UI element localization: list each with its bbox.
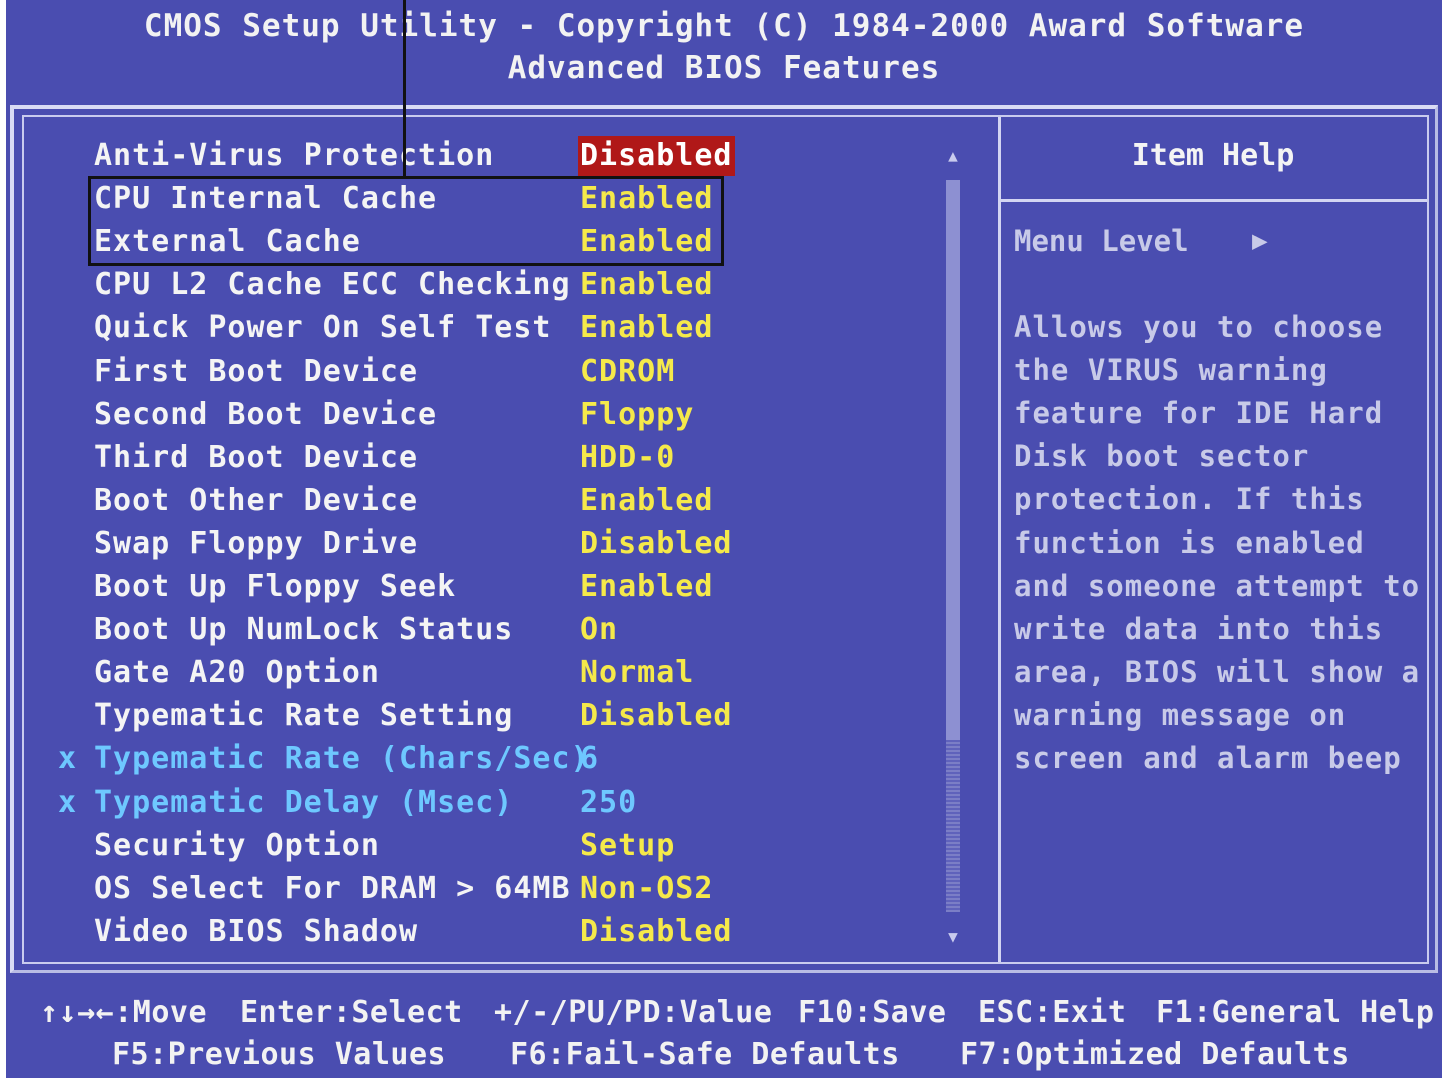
setting-row[interactable]: x Typematic Delay (Msec) 250 (6, 783, 936, 826)
help-line: function is enabled (1014, 525, 1365, 560)
setting-row[interactable]: Typematic Rate Setting Disabled (6, 696, 936, 739)
app-title: CMOS Setup Utility - Copyright (C) 1984-… (143, 8, 1305, 44)
setting-label: Boot Other Device (94, 482, 419, 518)
setting-value[interactable]: 6 (580, 739, 599, 779)
help-line: screen and alarm beep (1014, 741, 1402, 775)
page-title: Advanced BIOS Features (507, 50, 941, 86)
setting-label: OS Select For DRAM > 64MB (94, 870, 571, 906)
setting-label: CPU L2 Cache ECC Checking (94, 267, 571, 303)
help-line: feature for IDE Hard (1014, 396, 1384, 431)
setting-value[interactable]: HDD-0 (580, 438, 675, 478)
key-legend: ↑↓→←:Move Enter:Select +/-/PU/PD:Value F… (6, 975, 1442, 1078)
setting-row[interactable]: Boot Up Floppy Seek Enabled (6, 567, 936, 610)
setting-value[interactable]: CDROM (580, 352, 675, 392)
setting-label: Boot Up Floppy Seek (94, 569, 457, 604)
setting-value[interactable]: Enabled (580, 481, 713, 521)
setting-value[interactable]: Disabled (580, 696, 733, 736)
key-save: F10:Save (798, 995, 947, 1030)
key-move: ↑↓→←:Move (40, 995, 208, 1030)
setting-label: First Boot Device (94, 353, 419, 389)
setting-value[interactable]: Non-OS2 (580, 869, 713, 909)
setting-row[interactable]: Third Boot Device HDD-0 (6, 438, 936, 481)
setting-value[interactable]: Floppy (580, 395, 694, 435)
setting-row[interactable]: CPU L2 Cache ECC Checking Enabled (6, 265, 936, 308)
setting-value-selected[interactable]: Disabled (578, 136, 735, 176)
help-line: and someone attempt to (1014, 568, 1421, 603)
setting-label: Video BIOS Shadow (94, 913, 419, 949)
setting-row[interactable]: Boot Other Device Enabled (6, 481, 936, 524)
setting-row[interactable]: Second Boot Device Floppy (6, 395, 936, 438)
key-failsafe-defaults: F6:Fail-Safe Defaults (510, 1037, 900, 1072)
help-divider (998, 117, 1001, 962)
setting-row[interactable]: Anti-Virus Protection Disabled (6, 136, 936, 179)
setting-label: Third Boot Device (94, 439, 419, 475)
setting-value[interactable]: Disabled (580, 524, 733, 564)
setting-value[interactable]: Setup (580, 826, 675, 866)
cache-annotation-box (88, 176, 724, 266)
setting-value[interactable]: Disabled (580, 912, 733, 952)
bios-screen: CMOS Setup Utility - Copyright (C) 1984-… (6, 0, 1442, 1078)
annotation-pointer-line (403, 0, 406, 178)
scroll-up-arrow-icon[interactable]: ▲ (942, 146, 964, 165)
setting-label: Second Boot Device (94, 396, 438, 432)
menu-level-label: Menu Level (1014, 224, 1189, 258)
setting-value[interactable]: Enabled (580, 265, 713, 305)
setting-row[interactable]: Gate A20 Option Normal (6, 653, 936, 696)
setting-label: Quick Power On Self Test (94, 310, 552, 346)
help-line: warning message on (1014, 697, 1347, 732)
help-line: protection. If this (1014, 482, 1365, 517)
help-line: area, BIOS will show a (1014, 654, 1421, 689)
help-line: write data into this (1014, 611, 1384, 646)
setting-label: Security Option (94, 827, 380, 863)
key-optimized-defaults: F7:Optimized Defaults (960, 1037, 1350, 1072)
setting-row[interactable]: First Boot Device CDROM (6, 352, 936, 395)
setting-label: Typematic Rate (Chars/Sec) (94, 741, 590, 777)
key-select: Enter:Select (240, 995, 463, 1030)
setting-row[interactable]: Security Option Setup (6, 826, 936, 869)
setting-value[interactable]: Enabled (580, 567, 713, 607)
setting-row[interactable]: Quick Power On Self Test Enabled (6, 308, 936, 351)
right-triangle-icon: ▶ (1252, 226, 1268, 256)
setting-row[interactable]: x Typematic Rate (Chars/Sec) 6 (6, 739, 936, 782)
key-value: +/-/PU/PD:Value (494, 995, 773, 1030)
setting-label: Typematic Delay (Msec) (94, 784, 514, 820)
setting-label: Anti-Virus Protection (94, 138, 495, 173)
setting-value[interactable]: On (580, 610, 618, 650)
disabled-mark: x (58, 784, 77, 820)
setting-value[interactable]: 250 (580, 783, 637, 823)
setting-row[interactable]: Boot Up NumLock Status On (6, 610, 936, 653)
setting-label: Typematic Rate Setting (94, 698, 514, 734)
setting-row[interactable]: OS Select For DRAM > 64MB Non-OS2 (6, 869, 936, 912)
setting-label: Gate A20 Option (94, 655, 380, 691)
setting-value[interactable]: Normal (580, 653, 694, 693)
setting-row[interactable]: Swap Floppy Drive Disabled (6, 524, 936, 567)
item-help-title: Item Help (1131, 138, 1295, 173)
setting-label: Boot Up NumLock Status (94, 612, 514, 648)
help-line: Disk boot sector (1014, 439, 1310, 474)
help-line: Allows you to choose (1014, 310, 1384, 344)
help-line: the VIRUS warning (1014, 353, 1328, 388)
key-exit: ESC:Exit (978, 995, 1127, 1030)
scroll-down-arrow-icon[interactable]: ▼ (942, 927, 964, 946)
setting-value[interactable]: Enabled (580, 308, 713, 348)
help-header-divider (1000, 199, 1427, 202)
scrollbar[interactable]: ▲ ▼ (942, 146, 964, 946)
scroll-thumb[interactable] (946, 180, 960, 740)
key-general-help: F1:General Help (1156, 995, 1435, 1030)
setting-row[interactable]: Video BIOS Shadow Disabled (6, 912, 936, 955)
key-previous-values: F5:Previous Values (112, 1037, 447, 1072)
setting-label: Swap Floppy Drive (94, 525, 419, 561)
disabled-mark: x (58, 741, 77, 777)
